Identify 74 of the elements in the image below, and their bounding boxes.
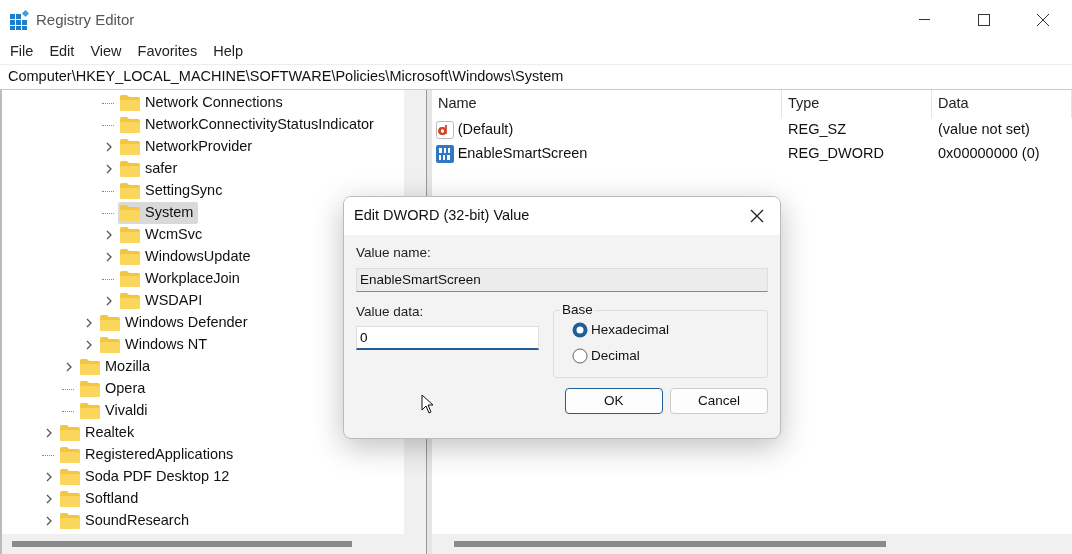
folder-icon	[60, 513, 80, 529]
tree-item[interactable]: WcmSvc	[118, 224, 208, 246]
close-icon	[750, 209, 764, 223]
tree-item[interactable]: SoundResearch	[58, 510, 194, 532]
value-data-field[interactable]: 0	[356, 326, 539, 351]
menu-item[interactable]: Favorites	[129, 41, 206, 63]
folder-icon	[120, 139, 140, 155]
folder-icon	[120, 271, 140, 287]
field-label: Value data:	[356, 303, 425, 322]
binary-value-icon	[436, 145, 454, 163]
tree-item[interactable]: Mozilla	[78, 356, 156, 378]
registry-app-icon	[10, 10, 30, 30]
folder-icon	[120, 293, 140, 309]
mouse-cursor-icon	[421, 394, 434, 415]
tree-item[interactable]: safer	[118, 158, 183, 180]
tree-item[interactable]: WindowsUpdate	[118, 246, 256, 268]
tree-item[interactable]: Windows Defender	[98, 312, 253, 334]
tree-item[interactable]: System	[118, 202, 199, 224]
folder-icon	[120, 95, 140, 111]
menu-item[interactable]: View	[82, 41, 130, 63]
value-data: 0x00000000 (0)	[938, 144, 1040, 164]
tree-item[interactable]: NetworkProvider	[118, 136, 258, 158]
tree-item[interactable]: Vivaldi	[78, 400, 153, 422]
menu-item[interactable]: Help	[205, 41, 251, 63]
folder-icon	[100, 337, 120, 353]
minimize-icon	[919, 19, 930, 21]
folder-icon	[60, 469, 80, 485]
folder-icon	[80, 381, 100, 397]
tree-item[interactable]: WorkplaceJoin	[118, 268, 245, 290]
field-label: Value name:	[356, 244, 432, 262]
ok-button[interactable]: OK	[564, 388, 663, 415]
string-value-icon	[436, 121, 454, 139]
folder-icon	[80, 403, 100, 419]
folder-icon	[80, 359, 100, 375]
horizontal-scrollbar[interactable]	[432, 534, 1072, 554]
column-header[interactable]: Type	[782, 90, 932, 118]
column-header[interactable]: Data	[932, 90, 1072, 118]
column-header[interactable]: Name	[432, 90, 782, 118]
window-title: Registry Editor	[36, 9, 135, 30]
menu-item[interactable]: File	[2, 41, 42, 63]
value-type: REG_SZ	[788, 120, 846, 140]
tree-item[interactable]: Windows NT	[98, 334, 213, 356]
value-data: (value not set)	[938, 120, 1030, 140]
folder-icon	[120, 205, 140, 221]
address-bar[interactable]: Computer\HKEY_LOCAL_MACHINE\SOFTWARE\Policies\Microsoft\Windows\System	[8, 66, 564, 88]
tree-item[interactable]: Soda PDF Desktop 12	[58, 466, 235, 488]
tree-item[interactable]: RegisteredApplications	[58, 444, 239, 466]
value-type: REG_DWORD	[788, 144, 884, 164]
folder-icon	[60, 447, 80, 463]
folder-icon	[120, 249, 140, 265]
tree-item[interactable]: Opera	[78, 378, 151, 400]
close-icon	[1036, 14, 1049, 26]
menu-item[interactable]: Edit	[41, 41, 83, 63]
value-name[interactable]: (Default)	[457, 119, 514, 141]
tree-item[interactable]: SettingSync	[118, 180, 228, 202]
tree-item[interactable]: Realtek	[58, 422, 140, 444]
folder-icon	[120, 183, 140, 199]
folder-icon	[120, 161, 140, 177]
tree-item[interactable]: WSDAPI	[118, 290, 208, 312]
tree-item[interactable]: NetworkConnectivityStatusIndicator	[118, 114, 379, 136]
folder-icon	[120, 227, 140, 243]
folder-icon	[100, 315, 120, 331]
value-name[interactable]: EnableSmartScreen	[457, 143, 588, 165]
radio-option[interactable]: Decimal	[572, 343, 767, 370]
cancel-button[interactable]: Cancel	[670, 388, 768, 415]
folder-icon	[60, 491, 80, 507]
horizontal-scrollbar[interactable]	[2, 534, 426, 554]
tree-item[interactable]: Softland	[58, 488, 144, 510]
folder-icon	[60, 425, 80, 441]
dialog-title: Edit DWORD (32-bit) Value	[354, 206, 530, 226]
maximize-icon	[977, 14, 990, 26]
folder-icon	[120, 117, 140, 133]
tree-item[interactable]: Network Connections	[118, 92, 288, 114]
value-name-field[interactable]: EnableSmartScreen	[356, 268, 768, 293]
